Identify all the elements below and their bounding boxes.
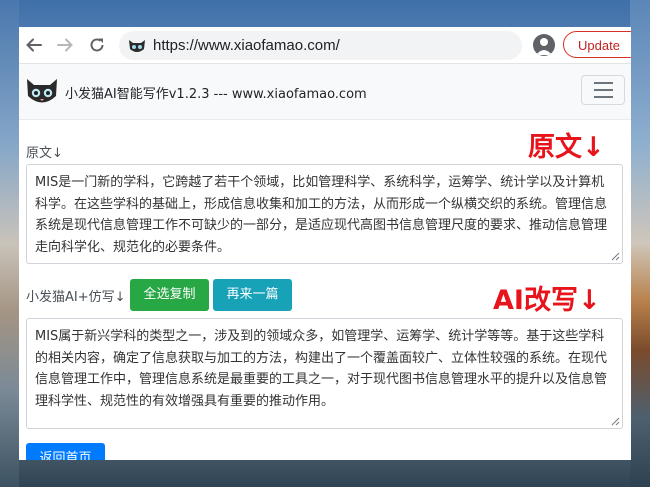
cat-favicon-icon bbox=[129, 40, 145, 52]
resize-grip-icon[interactable] bbox=[611, 252, 620, 261]
site-brand[interactable]: 小发猫AI智能写作v1.2.3 --- www.xiaofamao.com bbox=[65, 83, 367, 102]
reload-button[interactable] bbox=[85, 33, 109, 57]
update-button[interactable]: Update bbox=[563, 31, 631, 58]
navbar-toggle-button[interactable] bbox=[581, 75, 625, 105]
browser-window: https://www.xiaofamao.com/ Update 小发猫AI智… bbox=[19, 27, 631, 460]
hamburger-menu-icon bbox=[593, 82, 613, 84]
rewrite-heading: AI改写↓ bbox=[493, 285, 601, 316]
copy-all-button[interactable]: 全选复制 bbox=[130, 279, 209, 311]
back-home-button[interactable]: 返回首页 bbox=[26, 443, 105, 460]
original-textarea[interactable]: MIS是一门新的学科，它跨越了若干个领域，比如管理科学、系统科学，运筹学、统计学… bbox=[26, 164, 623, 264]
rewrite-textarea[interactable]: MIS属于新兴学科的类型之一，涉及到的领域众多，如管理学、运筹学、统计学等等。基… bbox=[26, 318, 623, 429]
original-label: 原文↓ bbox=[26, 146, 63, 161]
profile-icon bbox=[536, 38, 552, 55]
rewrite-text: MIS属于新兴学科的类型之一，涉及到的领域众多，如管理学、运筹学、统计学等等。基… bbox=[35, 329, 608, 409]
another-article-button[interactable]: 再来一篇 bbox=[213, 279, 292, 311]
back-button[interactable] bbox=[22, 33, 46, 57]
original-text: MIS是一门新的学科，它跨越了若干个领域，比如管理科学、系统科学，运筹学、统计学… bbox=[35, 175, 608, 255]
reload-icon bbox=[90, 38, 104, 52]
resize-grip-icon[interactable] bbox=[611, 417, 620, 426]
profile-button[interactable] bbox=[533, 34, 555, 56]
hamburger-line bbox=[593, 89, 613, 91]
site-navbar: 小发猫AI智能写作v1.2.3 --- www.xiaofamao.com bbox=[19, 64, 631, 120]
arrow-left-icon bbox=[26, 38, 42, 52]
forward-button[interactable] bbox=[53, 33, 77, 57]
background-scene-right bbox=[630, 0, 650, 487]
url-text: https://www.xiaofamao.com/ bbox=[153, 37, 340, 54]
cat-logo-icon bbox=[27, 79, 57, 103]
hamburger-line bbox=[593, 96, 613, 98]
original-heading: 原文↓ bbox=[528, 132, 605, 163]
background-scene-left bbox=[0, 0, 19, 487]
arrow-right-icon bbox=[57, 38, 73, 52]
rewrite-label: 小发猫AI+仿写↓ bbox=[26, 290, 126, 305]
address-bar[interactable]: https://www.xiaofamao.com/ bbox=[119, 31, 522, 60]
browser-toolbar: https://www.xiaofamao.com/ Update bbox=[19, 27, 631, 64]
